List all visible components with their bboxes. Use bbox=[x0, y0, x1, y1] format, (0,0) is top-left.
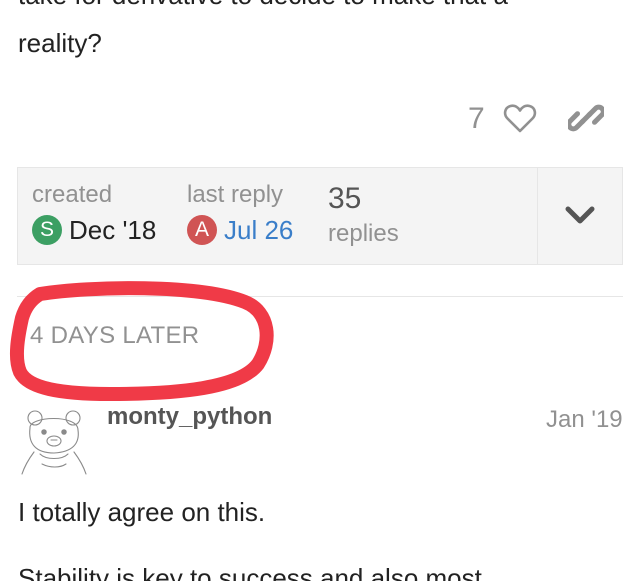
post-username[interactable]: monty_python bbox=[107, 403, 272, 431]
post-body-line-1: I totally agree on this. bbox=[18, 497, 266, 527]
bear-sketch-avatar[interactable] bbox=[20, 406, 90, 476]
post-body-line-2: Stability is key to success and also mos… bbox=[18, 563, 482, 581]
creator-avatar[interactable]: S bbox=[32, 215, 62, 245]
topic-page: take for derivative to decide to make th… bbox=[0, 0, 640, 581]
previous-post-text-line-1: take for derivative to decide to make th… bbox=[18, 0, 508, 12]
replies-label: replies bbox=[328, 220, 399, 247]
last-reply-column: last reply A Jul 26 bbox=[187, 180, 293, 246]
last-reply-date[interactable]: Jul 26 bbox=[224, 214, 293, 246]
red-highlight-annotation bbox=[9, 281, 274, 401]
topic-map: created S Dec '18 last reply A Jul 26 35… bbox=[17, 167, 623, 265]
link-icon[interactable] bbox=[568, 100, 604, 136]
post-date[interactable]: Jan '19 bbox=[546, 406, 623, 434]
created-column: created S Dec '18 bbox=[32, 180, 156, 246]
replies-column: 35 replies bbox=[328, 184, 399, 248]
created-date: Dec '18 bbox=[69, 215, 157, 245]
expand-topic-map-button[interactable] bbox=[538, 168, 622, 264]
last-reply-avatar[interactable]: A bbox=[187, 215, 217, 245]
chevron-down-icon bbox=[565, 206, 595, 224]
previous-post-text-line-2: reality? bbox=[18, 28, 102, 58]
last-reply-label: last reply bbox=[187, 181, 284, 208]
created-label: created bbox=[32, 181, 113, 208]
post-actions: 7 bbox=[440, 98, 620, 142]
like-count: 7 bbox=[468, 102, 485, 135]
replies-count: 35 bbox=[328, 182, 362, 215]
heart-icon[interactable] bbox=[502, 100, 538, 136]
